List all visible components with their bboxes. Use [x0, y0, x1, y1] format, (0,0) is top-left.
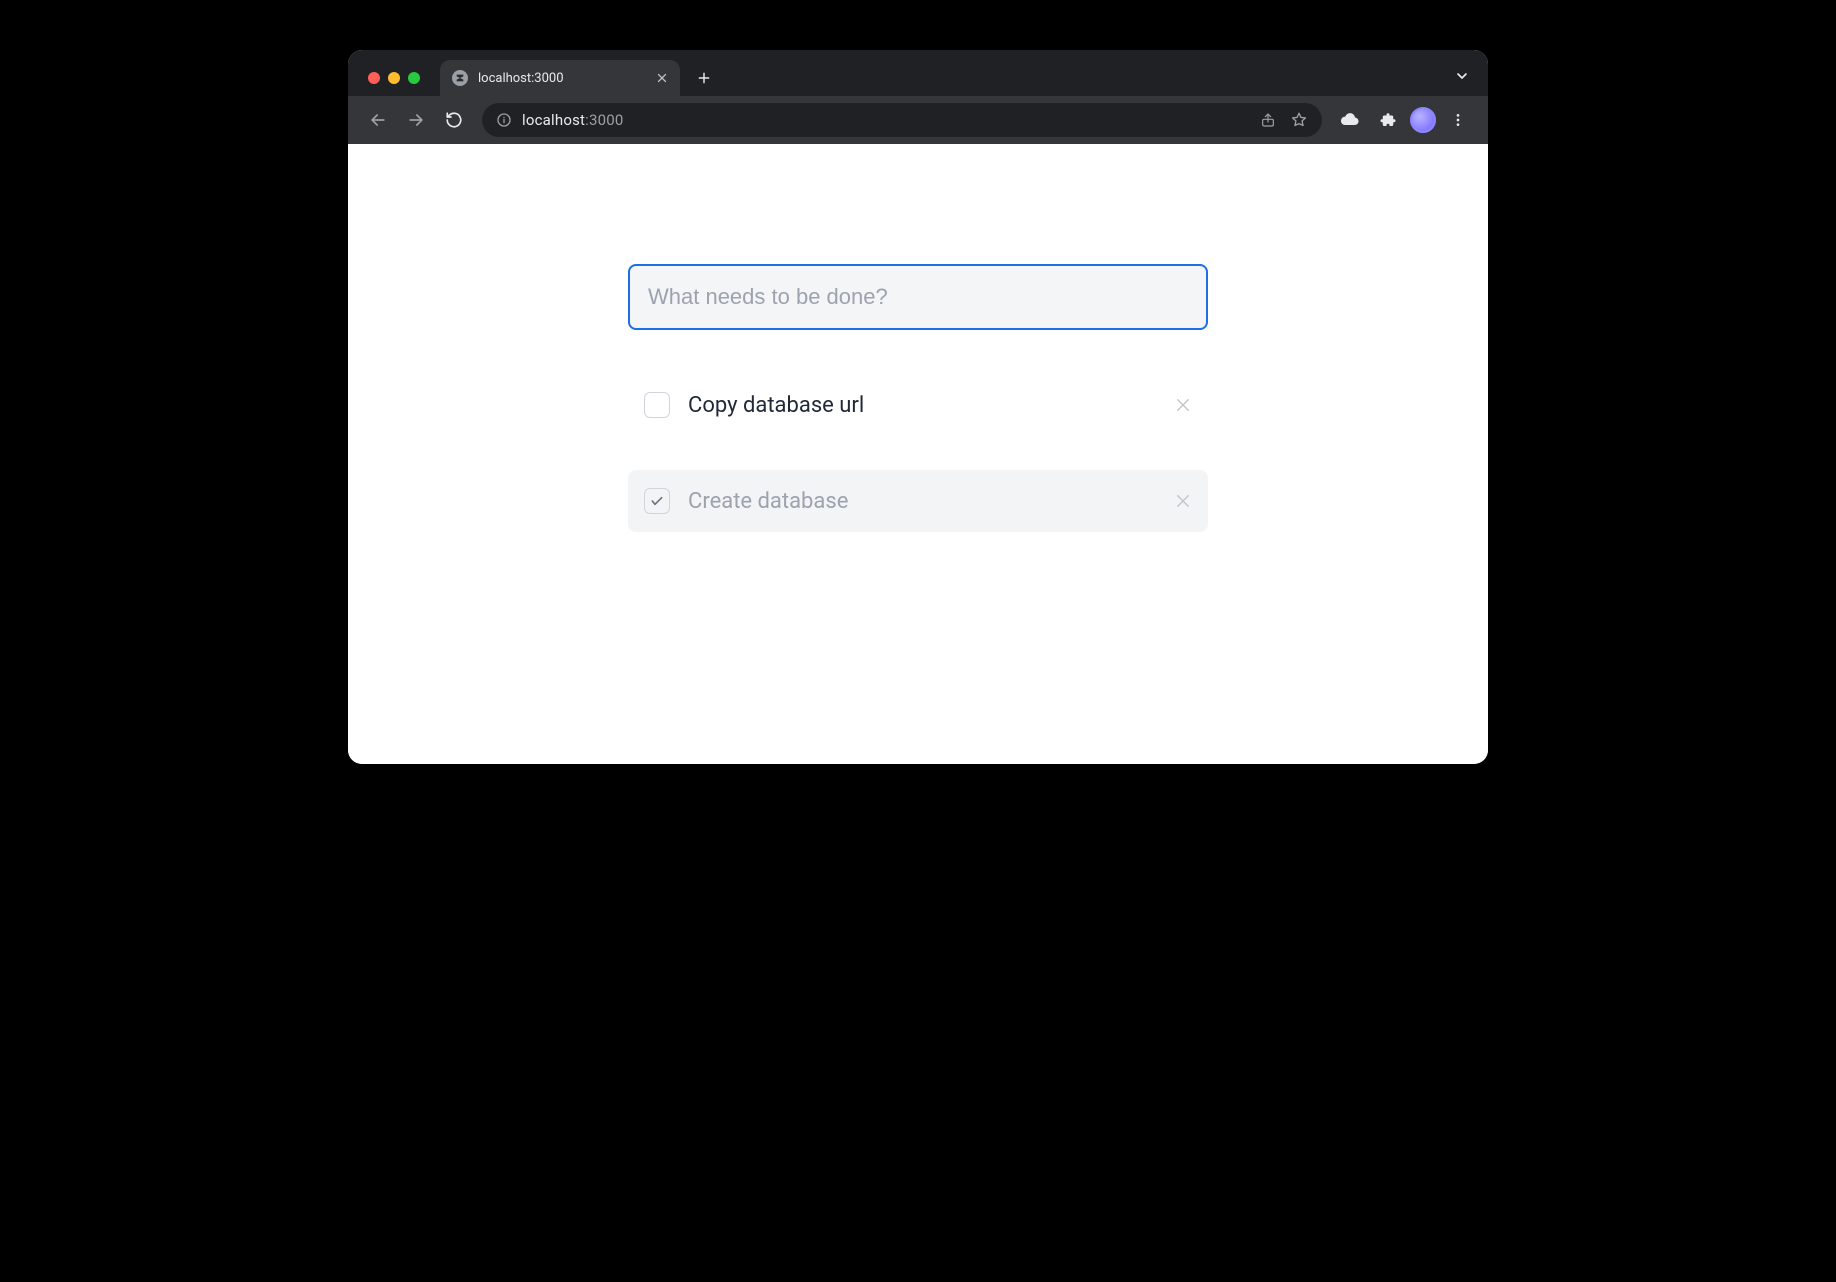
tab-bar: localhost:3000	[348, 50, 1488, 96]
todo-delete-button[interactable]	[1174, 396, 1192, 414]
todo-item: Create database	[628, 470, 1208, 532]
profile-avatar[interactable]	[1410, 107, 1436, 133]
todo-delete-button[interactable]	[1174, 492, 1192, 510]
site-info-icon[interactable]	[496, 112, 512, 128]
todo-checkbox[interactable]	[644, 488, 670, 514]
todo-item: Copy database url	[628, 374, 1208, 436]
todo-app: Copy database url Create database	[628, 264, 1208, 684]
tabs-overflow-button[interactable]	[1454, 68, 1470, 84]
nav-back-button[interactable]	[362, 104, 394, 136]
window-zoom-button[interactable]	[408, 72, 420, 84]
address-url: localhost:3000	[522, 111, 624, 129]
todo-checkbox[interactable]	[644, 392, 670, 418]
address-bar[interactable]: localhost:3000	[482, 103, 1322, 137]
url-host: localhost	[522, 111, 585, 129]
tab-title: localhost:3000	[478, 71, 564, 86]
todo-list: Copy database url Create database	[628, 374, 1208, 532]
bookmark-star-icon[interactable]	[1290, 111, 1308, 129]
url-port: :3000	[585, 111, 623, 129]
browser-window: localhost:3000 localhost:3000	[348, 50, 1488, 764]
browser-menu-button[interactable]	[1442, 104, 1474, 136]
nav-forward-button[interactable]	[400, 104, 432, 136]
browser-toolbar: localhost:3000	[348, 96, 1488, 144]
extensions-puzzle-icon[interactable]	[1372, 104, 1404, 136]
extension-cloud-icon[interactable]	[1334, 104, 1366, 136]
nav-reload-button[interactable]	[438, 104, 470, 136]
window-minimize-button[interactable]	[388, 72, 400, 84]
share-icon[interactable]	[1260, 112, 1276, 128]
todo-label: Create database	[688, 489, 1156, 514]
window-controls	[358, 72, 430, 96]
page-viewport: Copy database url Create database	[348, 144, 1488, 764]
new-tab-button[interactable]	[690, 64, 718, 92]
todo-label: Copy database url	[688, 393, 1156, 418]
tab-close-button[interactable]	[656, 72, 668, 84]
tab-favicon-icon	[452, 70, 468, 86]
window-close-button[interactable]	[368, 72, 380, 84]
browser-tab[interactable]: localhost:3000	[440, 60, 680, 96]
new-todo-input[interactable]	[628, 264, 1208, 330]
